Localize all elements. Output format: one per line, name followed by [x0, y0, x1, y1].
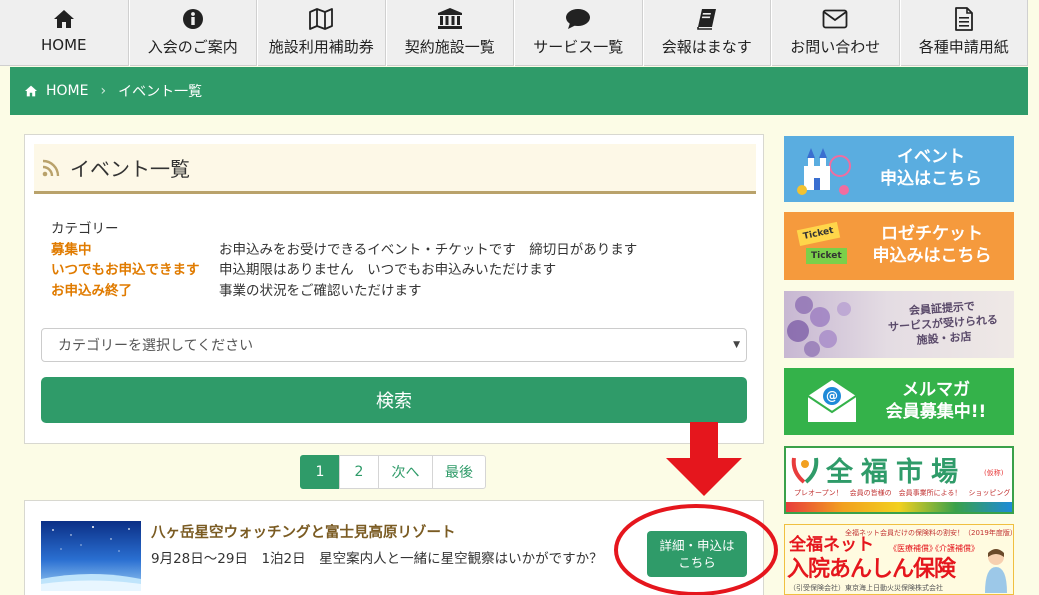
caret-down-icon: ▼ — [733, 340, 740, 350]
breadcrumb-home-link[interactable]: HOME — [46, 83, 88, 99]
lavender-image — [787, 296, 851, 357]
nav-label: 各種申請用紙 — [918, 38, 1009, 56]
market-logo-icon — [791, 457, 819, 484]
market-subtitle: プレオープン！ 会員の皆様の 会員事業所による！ ショッピング・モール！ — [794, 489, 1012, 497]
home-icon — [51, 7, 77, 31]
nav-item-contract-facilities[interactable]: 契約施設一覧 — [385, 0, 514, 66]
ticket-word: Ticket — [796, 221, 840, 247]
zenpuku-market-banner[interactable]: 全福市場 (仮称) プレオープン！ 会員の皆様の 会員事業所による！ ショッピン… — [784, 446, 1014, 514]
category-description: お申込みをお受けできるイベント・チケットです 締切日があります — [219, 241, 638, 258]
event-search-panel: イベント一覧 カテゴリー 募集中 お申込みをお受けできるイベント・チケットです … — [24, 134, 764, 444]
panel-header: イベント一覧 — [34, 144, 756, 194]
rose-ticket-banner[interactable]: Ticket Ticket ロゼチケット 申込みはこちら — [784, 212, 1014, 280]
event-description: 9月28日〜29日 1泊2日 星空案内人と一緒に星空観察はいかがですか？ — [151, 551, 603, 567]
comment-icon — [565, 7, 591, 31]
banner-line: イベント — [897, 147, 965, 167]
breadcrumb-separator: › — [100, 83, 107, 99]
member-shops-banner[interactable]: 会員証提示で サービスが受けられる 施設・お店 — [784, 291, 1014, 358]
category-anytime: いつでもお申込できます — [51, 262, 200, 278]
envelope-icon — [822, 7, 848, 31]
arrow-down-icon — [666, 422, 742, 496]
page-2-button[interactable]: 2 — [339, 455, 379, 489]
nav-label: HOME — [40, 36, 87, 54]
page-1-button[interactable]: 1 — [300, 455, 340, 489]
event-application-banner[interactable]: イベント 申込はこちら — [784, 136, 1014, 202]
search-button[interactable]: 検索 — [41, 377, 747, 423]
nav-label: サービス一覧 — [533, 38, 624, 56]
mail-magazine-banner[interactable]: @ メルマガ 会員募集中!! — [784, 368, 1014, 435]
nav-label: 入会のご案内 — [147, 38, 238, 56]
insurance-line2: 入院あんしん保険 — [787, 557, 956, 582]
nav-item-contact[interactable]: お問い合わせ — [771, 0, 900, 66]
svg-text:@: @ — [826, 389, 838, 403]
category-description: 事業の状況をご確認いただけます — [219, 282, 422, 299]
map-icon — [308, 7, 334, 31]
nav-item-home[interactable]: HOME — [0, 0, 129, 66]
last-page-button[interactable]: 最後 — [432, 455, 486, 489]
nav-item-forms[interactable]: 各種申請用紙 — [899, 0, 1028, 66]
nav-item-facility-voucher[interactable]: 施設利用補助券 — [257, 0, 386, 66]
top-navigation: HOME 入会のご案内 施設利用補助券 契約施設一覧 サービス一覧 会報はまなす — [0, 0, 1028, 66]
nurse-illustration — [985, 549, 1007, 593]
page-title: イベント一覧 — [70, 157, 190, 181]
banner-line: 申込はこちら — [880, 169, 982, 189]
nav-label: 施設利用補助券 — [268, 38, 374, 56]
banner-line: メルマガ — [902, 380, 970, 400]
breadcrumb: HOME › イベント一覧 — [10, 67, 1028, 115]
rss-icon — [42, 159, 60, 176]
category-select[interactable]: カテゴリーを選択してください ▼ — [41, 328, 747, 362]
next-page-button[interactable]: 次へ — [378, 455, 433, 489]
insurance-footer: （引受保険会社）東京海上日動火災保険株式会社 — [789, 584, 943, 592]
category-closed: お申込み終了 — [51, 282, 132, 299]
event-title[interactable]: 八ヶ岳星空ウォッチングと富士見高原リゾート — [151, 521, 456, 542]
pagination: 1 2 次へ 最後 — [300, 455, 486, 489]
banner-line: 申込みはこちら — [872, 246, 992, 266]
nav-label: お問い合わせ — [790, 38, 881, 56]
ticket-word: Ticket — [806, 248, 847, 264]
info-icon — [180, 7, 206, 31]
market-tag: (仮称) — [984, 469, 1004, 477]
breadcrumb-current: イベント一覧 — [118, 84, 203, 100]
ticket-icon: Ticket Ticket — [794, 221, 848, 272]
event-thumbnail — [41, 521, 141, 591]
category-legend: カテゴリー 募集中 お申込みをお受けできるイベント・チケットです 締切日がありま… — [51, 219, 637, 301]
banner-line: 会員募集中!! — [885, 402, 987, 422]
document-icon — [951, 7, 977, 31]
highlight-circle — [614, 504, 778, 595]
bank-icon — [437, 7, 463, 31]
nav-item-membership[interactable]: 入会のご案内 — [128, 0, 257, 66]
market-stripe — [786, 502, 1012, 512]
castle-icon — [797, 148, 851, 195]
category-row: お申込み終了 事業の状況をご確認いただけます — [51, 281, 637, 302]
market-title: 全福市場 — [826, 457, 966, 488]
category-open: 募集中 — [51, 241, 92, 258]
book-icon — [694, 7, 720, 31]
nav-label: 会報はまなす — [661, 38, 752, 56]
category-select-value: カテゴリーを選択してください — [58, 338, 254, 354]
hospital-insurance-banner[interactable]: 全福ネット会員だけの保険料の割安！（2019年度版） 全福ネット 《医療補償》 … — [784, 524, 1014, 595]
category-description: 申込期限はありません いつでもお申込みいただけます — [219, 262, 557, 278]
nav-item-services[interactable]: サービス一覧 — [514, 0, 643, 66]
mail-icon: @ — [807, 380, 857, 422]
category-heading: カテゴリー — [51, 221, 119, 237]
nav-item-newsletter[interactable]: 会報はまなす — [642, 0, 771, 66]
banner-line: ロゼチケット — [881, 224, 983, 244]
category-row: いつでもお申込できます 申込期限はありません いつでもお申込みいただけます — [51, 260, 637, 281]
category-row: 募集中 お申込みをお受けできるイベント・チケットです 締切日があります — [51, 240, 637, 261]
home-icon — [24, 85, 38, 97]
nav-label: 契約施設一覧 — [404, 38, 495, 56]
